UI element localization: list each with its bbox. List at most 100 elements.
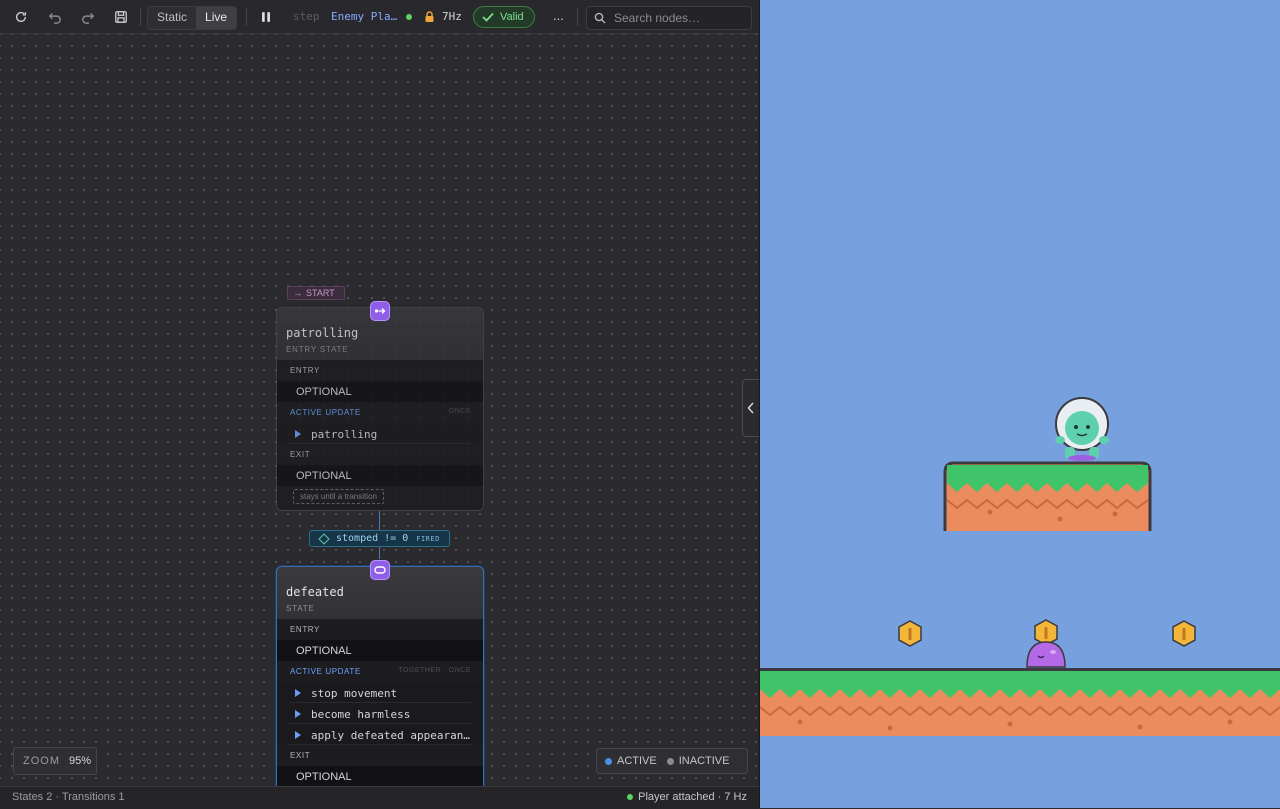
game-scene (760, 397, 1280, 736)
mode-static-button[interactable]: Static (148, 7, 196, 29)
inactive-dot (666, 757, 674, 765)
action-label: stop movement (311, 687, 398, 700)
section-label: ENTRY (290, 625, 320, 634)
condition-label: stomped != 0 (336, 533, 409, 544)
section-label: EXIT (290, 751, 311, 760)
player-sprite (1055, 397, 1109, 461)
ground-platform (760, 668, 1280, 736)
more-menu-button[interactable]: ... (553, 8, 564, 23)
zoom-value: 95% (69, 755, 92, 767)
machine-name[interactable]: Enemy Platformer (331, 10, 401, 23)
enemy-slime-sprite (1026, 641, 1066, 668)
exit-section: EXIT (277, 745, 483, 766)
play-icon (295, 731, 301, 739)
stays-note: stays until a transition (293, 489, 384, 504)
entry-slot[interactable]: OPTIONAL (277, 640, 483, 661)
coin-sprite (898, 620, 922, 647)
node-title: patrolling (286, 326, 359, 340)
zoom-indicator[interactable]: ZOOM 95% (13, 747, 97, 775)
transition-condition[interactable]: stomped != 0 FIRED (309, 530, 450, 547)
coin-sprite (1172, 620, 1196, 647)
check-icon (482, 12, 494, 22)
game-preview[interactable] (760, 0, 1280, 808)
transition-wire (379, 547, 380, 559)
section-label: ACTIVE UPDATE (290, 408, 361, 417)
action-label: apply defeated appearance (311, 729, 471, 742)
search-input[interactable] (612, 10, 746, 26)
floating-platform (943, 461, 1152, 531)
attach-label: Player attached · 7 Hz (638, 791, 747, 803)
entry-slot[interactable]: OPTIONAL (277, 381, 483, 402)
collapse-panel-button[interactable] (742, 379, 759, 437)
step-button[interactable]: step (293, 10, 320, 23)
chevron-left-icon (747, 402, 754, 414)
state-port-icon[interactable] (370, 560, 390, 580)
action-row[interactable]: apply defeated appearance (277, 724, 483, 745)
start-badge: → START (287, 286, 345, 300)
node-kind: ENTRY STATE (286, 345, 349, 354)
graph-canvas[interactable]: → START patrolling ENTRY STATE ENTRY OPT… (0, 34, 759, 786)
state-legend: ACTIVE INACTIVE (596, 748, 748, 774)
state-node-defeated[interactable]: defeated STATE ENTRY OPTIONAL ACTIVE UPD… (276, 566, 484, 786)
state-machine-editor: Static Live step Enemy Platformer 7Hz Va… (0, 0, 759, 809)
undo-icon[interactable] (44, 6, 66, 28)
attach-dot (627, 794, 634, 800)
refresh-icon[interactable] (10, 6, 32, 28)
play-icon (295, 430, 301, 438)
entry-section: ENTRY (277, 360, 483, 381)
play-icon (295, 710, 301, 718)
section-label: ACTIVE UPDATE (290, 667, 361, 676)
slot-value: OPTIONAL (296, 645, 352, 657)
mode-toggle: Static Live (147, 6, 238, 30)
node-kind: STATE (286, 604, 315, 613)
attach-status: Player attached · 7 Hz (627, 791, 747, 803)
diamond-icon (318, 532, 330, 545)
start-arrow-icon: → (293, 288, 302, 298)
valid-badge: Valid (473, 6, 535, 28)
exit-slot[interactable]: OPTIONAL (277, 766, 483, 786)
legend-active: ACTIVE (617, 755, 657, 767)
section-label: EXIT (290, 450, 311, 459)
exit-slot[interactable]: OPTIONAL (277, 465, 483, 486)
search-box (586, 6, 752, 30)
toolbar: Static Live step Enemy Platformer 7Hz Va… (0, 0, 759, 34)
redo-icon[interactable] (77, 6, 99, 28)
slot-value: OPTIONAL (296, 386, 352, 398)
pause-icon[interactable] (255, 6, 277, 28)
save-icon[interactable] (110, 6, 132, 28)
slot-value: OPTIONAL (296, 470, 352, 482)
play-icon (295, 689, 301, 697)
live-status-dot (406, 14, 412, 20)
fired-badge: FIRED (416, 534, 440, 543)
action-row[interactable]: stop movement (277, 682, 483, 703)
search-icon (594, 12, 606, 24)
toolbar-divider (246, 8, 247, 26)
valid-label: Valid (500, 11, 524, 23)
update-mode: TOGETHER · ONCE (398, 667, 471, 674)
exit-section: EXIT (277, 444, 483, 465)
toolbar-divider (577, 8, 578, 26)
update-mode: ONCE (448, 408, 471, 415)
legend-inactive: INACTIVE (678, 755, 730, 767)
slot-value: OPTIONAL (296, 771, 352, 783)
entry-port-icon[interactable] (370, 301, 390, 321)
active-update-section: ACTIVE UPDATE ONCE (277, 402, 483, 423)
transition-wire (379, 511, 380, 530)
toolbar-divider (140, 8, 141, 26)
state-node-patrolling[interactable]: patrolling ENTRY STATE ENTRY OPTIONAL AC… (276, 307, 484, 511)
action-row[interactable]: patrolling (277, 423, 483, 444)
entry-section: ENTRY (277, 619, 483, 640)
active-update-section: ACTIVE UPDATE TOGETHER · ONCE (277, 661, 483, 682)
action-label: patrolling (311, 428, 378, 441)
start-label: START (306, 288, 335, 298)
zoom-label: ZOOM (23, 755, 60, 767)
tick-rate: 7Hz (442, 10, 462, 23)
action-label: become harmless (311, 708, 411, 721)
section-label: ENTRY (290, 366, 320, 375)
mode-live-button[interactable]: Live (196, 7, 237, 29)
status-bar: States 2 · Transitions 1 Player attached… (0, 786, 759, 809)
active-dot (605, 757, 612, 765)
lock-icon[interactable] (424, 10, 435, 28)
action-row[interactable]: become harmless (277, 703, 483, 724)
graph-stats: States 2 · Transitions 1 (12, 791, 125, 803)
